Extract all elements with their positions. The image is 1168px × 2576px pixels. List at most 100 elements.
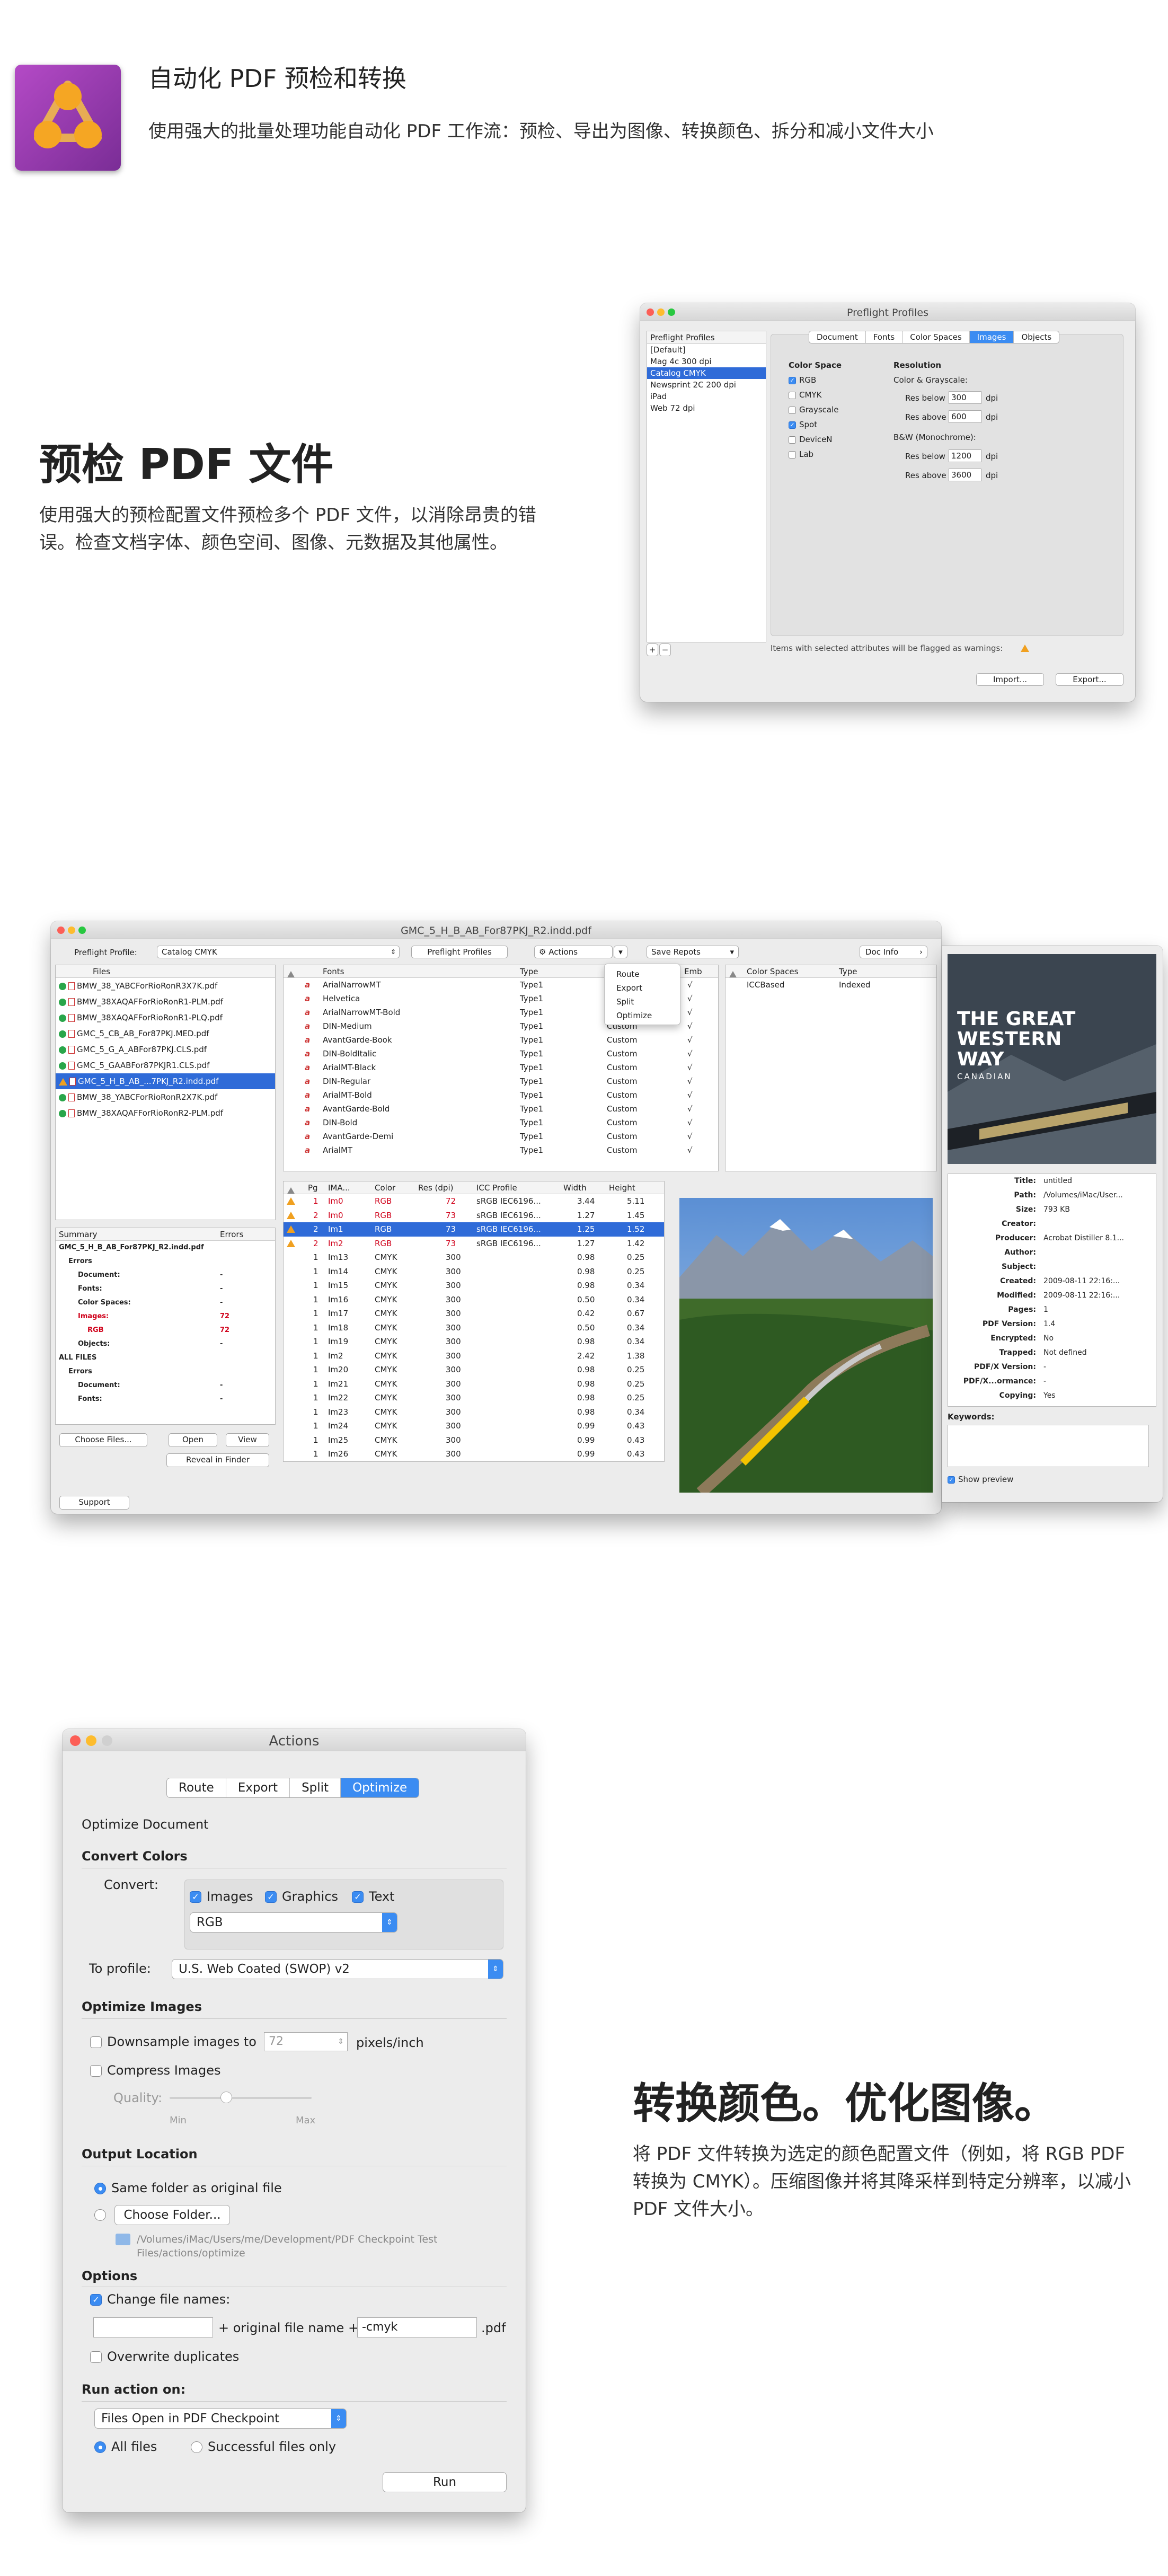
image-row[interactable]: 1 Im0 RGB 72 sRGB IEC6196... 3.44 5.11 xyxy=(284,1194,664,1208)
font-row[interactable]: a ArialMT Type1 Custom √ xyxy=(284,1143,718,1157)
cg-res-below-input[interactable]: 300 xyxy=(949,391,981,404)
color-mode-popup[interactable]: RGB ⇕ xyxy=(190,1912,397,1933)
file-row[interactable]: BMW_38XAQAFForRioRonR2-PLM.pdf xyxy=(56,1105,275,1121)
font-row[interactable]: a AvantGarde-Book Type1 Custom √ xyxy=(284,1033,718,1047)
color-space-row[interactable]: ICCBased Indexed xyxy=(725,978,936,992)
image-row[interactable]: 1 Im15 CMYK 300 0.98 0.34 xyxy=(284,1278,664,1293)
settings-tab[interactable]: Color Spaces xyxy=(902,331,970,343)
change-names-checkbox[interactable]: ✓ Change file names: xyxy=(90,2292,230,2307)
image-row[interactable]: 1 Im23 CMYK 300 0.98 0.34 xyxy=(284,1405,664,1419)
font-row[interactable]: a DIN-Regular Type1 Custom √ xyxy=(284,1074,718,1088)
font-row[interactable]: a DIN-BoldItalic Type1 Custom √ xyxy=(284,1047,718,1061)
show-preview-checkbox[interactable]: ✓ Show preview xyxy=(948,1475,1013,1484)
action-tab[interactable]: Split xyxy=(290,1778,341,1797)
actions-menu-item[interactable]: Export xyxy=(616,981,680,995)
image-row[interactable]: 1 Im20 CMYK 300 0.98 0.25 xyxy=(284,1363,664,1377)
bw-res-below-input[interactable]: 1200 xyxy=(949,449,981,462)
choose-folder-button[interactable]: Choose Folder... xyxy=(114,2205,230,2225)
prefix-input[interactable] xyxy=(93,2317,213,2337)
image-row[interactable]: 1 Im21 CMYK 300 0.98 0.25 xyxy=(284,1377,664,1391)
images-checkbox[interactable]: ✓ Images xyxy=(190,1889,253,1904)
actions-menu-item[interactable]: Optimize xyxy=(616,1009,680,1022)
font-row[interactable]: a ArialMT-Bold Type1 Custom √ xyxy=(284,1088,718,1102)
actions-menu-item[interactable]: Route xyxy=(616,967,680,981)
import-button[interactable]: Import... xyxy=(976,673,1044,686)
same-folder-radio[interactable]: Same folder as original file xyxy=(94,2181,282,2195)
image-row[interactable]: 2 Im1 RGB 73 sRGB IEC6196... 1.25 1.52 xyxy=(284,1222,664,1237)
file-row[interactable]: BMW_38XAQAFForRioRonR1-PLQ.pdf xyxy=(56,1010,275,1026)
file-row[interactable]: BMW_38_YABCForRioRonR2X7K.pdf xyxy=(56,1089,275,1105)
open-button[interactable]: Open xyxy=(169,1433,217,1447)
profile-popup[interactable]: Catalog CMYK ⇕ xyxy=(157,946,400,958)
settings-tab[interactable]: Fonts xyxy=(866,331,903,343)
settings-tab[interactable]: Images xyxy=(969,331,1014,343)
profile-item[interactable]: [Default] xyxy=(647,344,766,356)
support-button[interactable]: Support xyxy=(59,1496,129,1510)
settings-tab[interactable]: Document xyxy=(809,331,866,343)
image-row[interactable]: 2 Im2 RGB 73 sRGB IEC6196... 1.27 1.42 xyxy=(284,1237,664,1251)
suffix-input[interactable]: -cmyk xyxy=(357,2317,477,2337)
color-space-checkbox[interactable]: ✓ RGB xyxy=(789,375,839,390)
profile-item[interactable]: Catalog CMYK xyxy=(647,367,766,379)
font-row[interactable]: a DIN-Bold Type1 Custom √ xyxy=(284,1116,718,1130)
image-row[interactable]: 1 Im14 CMYK 300 0.98 0.25 xyxy=(284,1265,664,1279)
cg-res-above-input[interactable]: 600 xyxy=(949,410,981,423)
run-button[interactable]: Run xyxy=(383,2472,507,2492)
image-row[interactable]: 1 Im24 CMYK 300 0.99 0.43 xyxy=(284,1419,664,1433)
view-button[interactable]: View xyxy=(226,1433,269,1447)
downsample-checkbox[interactable]: Downsample images to xyxy=(90,2034,256,2049)
color-space-checkbox[interactable]: Grayscale xyxy=(789,405,839,420)
font-row[interactable]: a ArialMT-Black Type1 Custom √ xyxy=(284,1061,718,1074)
save-reports-button[interactable]: Save Repots ▾ xyxy=(647,946,739,958)
all-files-radio[interactable]: All files xyxy=(94,2439,157,2454)
choose-folder-radio[interactable] xyxy=(94,2209,111,2221)
profile-item[interactable]: Web 72 dpi xyxy=(647,402,766,414)
files-pane[interactable]: Files BMW_38_YABCForRioRonR3X7K.pdf BMW_3… xyxy=(55,965,276,1220)
images-pane[interactable]: Pg IMA... Color Res (dpi) ICC Profile Wi… xyxy=(283,1181,665,1462)
compress-images-checkbox[interactable]: Compress Images xyxy=(90,2063,220,2078)
color-space-checkbox[interactable]: ✓ Spot xyxy=(789,420,839,435)
quality-slider-knob[interactable] xyxy=(220,2092,233,2103)
successful-files-radio[interactable]: Successful files only xyxy=(191,2439,336,2454)
image-row[interactable]: 1 Im26 CMYK 300 0.99 0.43 xyxy=(284,1447,664,1461)
color-space-checkbox[interactable]: Lab xyxy=(789,449,839,464)
actions-button[interactable]: ⚙ Actions xyxy=(534,946,613,958)
color-spaces-pane[interactable]: Color Spaces Type ICCBased Indexed xyxy=(725,965,937,1171)
settings-tab[interactable]: Objects xyxy=(1014,331,1059,343)
image-row[interactable]: 2 Im0 RGB 73 sRGB IEC6196... 1.27 1.45 xyxy=(284,1208,664,1223)
image-row[interactable]: 1 Im18 CMYK 300 0.50 0.34 xyxy=(284,1321,664,1335)
reveal-in-finder-button[interactable]: Reveal in Finder xyxy=(166,1453,269,1467)
image-row[interactable]: 1 Im22 CMYK 300 0.98 0.25 xyxy=(284,1391,664,1405)
action-tab[interactable]: Export xyxy=(226,1778,290,1797)
run-on-popup[interactable]: Files Open in PDF Checkpoint ⇕ xyxy=(94,2409,347,2429)
to-profile-popup[interactable]: U.S. Web Coated (SWOP) v2 ⇕ xyxy=(172,1959,503,1979)
keywords-field[interactable] xyxy=(948,1425,1149,1467)
profile-item[interactable]: Newsprint 2C 200 dpi xyxy=(647,379,766,391)
image-row[interactable]: 1 Im17 CMYK 300 0.42 0.67 xyxy=(284,1307,664,1321)
image-row[interactable]: 1 Im2 CMYK 300 2.42 1.38 xyxy=(284,1349,664,1363)
image-row[interactable]: 1 Im19 CMYK 300 0.98 0.34 xyxy=(284,1335,664,1349)
downsample-value-input[interactable]: 72 ⇕ xyxy=(264,2032,348,2051)
actions-menu-item[interactable]: Split xyxy=(616,995,680,1009)
remove-profile-button[interactable]: − xyxy=(659,643,671,656)
file-row[interactable]: GMC_5_CB_AB_For87PKJ.MED.pdf xyxy=(56,1026,275,1042)
bw-res-above-input[interactable]: 3600 xyxy=(949,469,981,481)
quality-slider[interactable] xyxy=(170,2092,312,2103)
image-row[interactable]: 1 Im13 CMYK 300 0.98 0.25 xyxy=(284,1250,664,1265)
profile-item[interactable]: Mag 4c 300 dpi xyxy=(647,356,766,367)
action-tab[interactable]: Optimize xyxy=(341,1778,419,1797)
image-row[interactable]: 1 Im16 CMYK 300 0.50 0.34 xyxy=(284,1293,664,1307)
graphics-checkbox[interactable]: ✓ Graphics xyxy=(265,1889,338,1904)
file-row[interactable]: BMW_38XAQAFForRioRonR1-PLM.pdf xyxy=(56,994,275,1010)
doc-info-button[interactable]: Doc Info › xyxy=(860,946,927,958)
action-tab[interactable]: Route xyxy=(167,1778,226,1797)
file-row[interactable]: GMC_5_H_B_AB_...7PKJ_R2.indd.pdf xyxy=(56,1073,275,1089)
file-row[interactable]: BMW_38_YABCForRioRonR3X7K.pdf xyxy=(56,978,275,994)
file-row[interactable]: GMC_5_G_A_ABFor87PKJ.CLS.pdf xyxy=(56,1042,275,1057)
file-row[interactable]: GMC_5_GAABFor87PKJR1.CLS.pdf xyxy=(56,1057,275,1073)
color-space-checkbox[interactable]: DeviceN xyxy=(789,435,839,449)
profiles-list[interactable]: Preflight Profiles [Default] Mag 4c 300 d… xyxy=(647,331,766,642)
actions-dropdown-button[interactable]: ▾ xyxy=(614,946,627,958)
overwrite-checkbox[interactable]: Overwrite duplicates xyxy=(90,2349,239,2364)
profile-item[interactable]: iPad xyxy=(647,391,766,402)
